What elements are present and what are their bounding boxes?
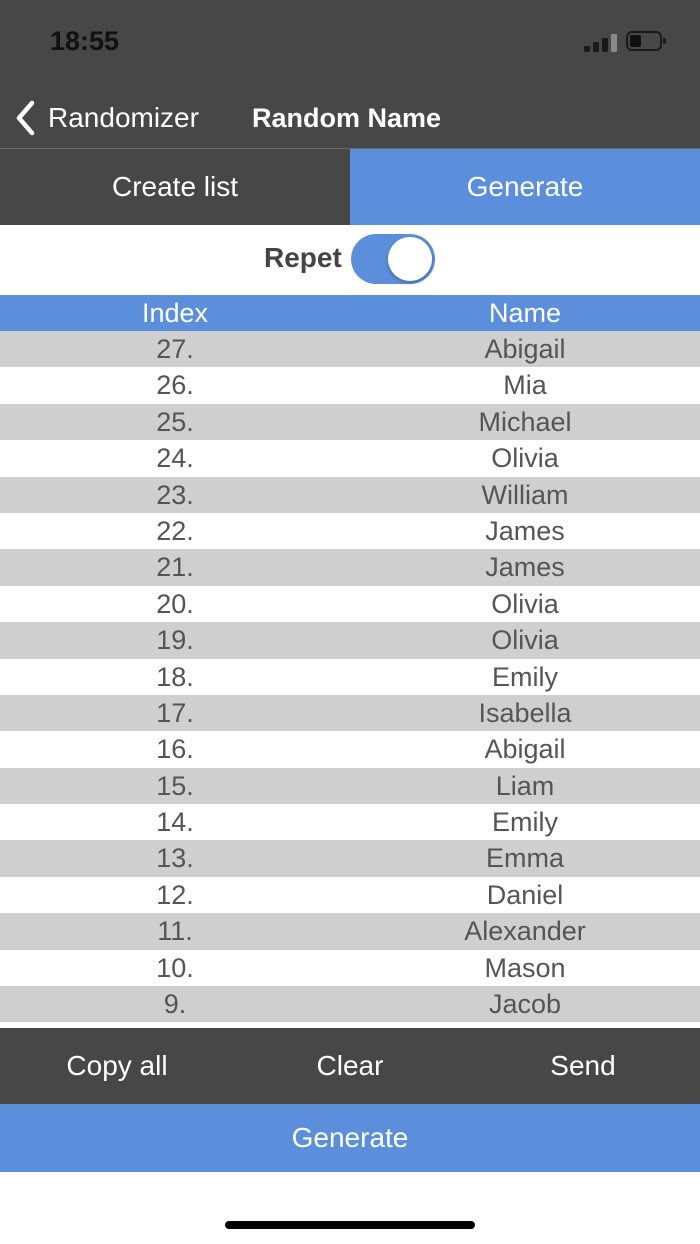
table-header: Index Name [0,295,700,331]
row-index: 15. [156,770,194,801]
row-index: 12. [156,879,194,910]
back-button[interactable]: Randomizer [14,96,199,140]
repeat-row: Repet [0,225,700,295]
table-row: 14. Emily [0,804,700,841]
row-index: 14. [156,807,194,838]
table-row: 24. Olivia [0,440,700,477]
results-table[interactable]: 27. Abigail 26. Mia 25. Michael 24. Olivia 23. Wi… [0,331,700,1028]
row-index: 19. [156,625,194,656]
row-index: 16. [156,734,194,765]
row-index: 24. [156,443,194,474]
table-row: 16. Abigail [0,731,700,768]
row-index: 10. [156,952,194,983]
row-index: 26. [156,370,194,401]
row-name: Olivia [491,588,559,619]
row-index: 18. [156,661,194,692]
send-button[interactable]: Send [493,1028,673,1104]
signal-bars-icon [584,34,618,52]
status-bar: 18:55 [0,0,700,88]
back-label: Randomizer [48,102,199,133]
clear-button[interactable]: Clear [260,1028,440,1104]
table-row: 20. Olivia [0,585,700,623]
chevron-left-icon [16,100,35,136]
toggle-knob [388,237,432,281]
table-row: 15. Liam [0,767,700,805]
table-row: 11. Alexander [0,913,700,950]
table-row: 27. Abigail [0,331,700,368]
table-row: 18. Emily [0,658,700,695]
row-name: Daniel [486,879,564,910]
row-name: Emily [492,807,558,838]
repeat-label: Repet [264,242,342,273]
table-row: 13. Emma [0,840,700,877]
table-row: 19. Olivia [0,622,700,659]
generate-button[interactable]: Generate [0,1104,700,1172]
row-index: 11. [157,916,193,947]
row-index: 22. [156,515,194,546]
table-row: 9. Jacob [0,986,700,1023]
tab-create-list[interactable]: Create list [0,149,350,225]
status-time: 18:55 [50,26,120,56]
home-indicator [225,1221,475,1229]
copy-all-button[interactable]: Copy all [27,1028,207,1104]
row-name: Emma [485,843,564,874]
table-row: 17. Isabella [0,694,700,732]
row-index: 21. [156,552,194,583]
row-name: Alexander [464,916,586,947]
row-name: James [485,552,565,583]
row-index: 25. [156,406,194,437]
table-row: 26. Mia [0,367,700,404]
table-row: 23. William [0,476,700,513]
row-name: Liam [495,770,555,801]
header-index: Index [141,298,209,328]
row-name: Jacob [488,989,562,1020]
table-row: 21. James [0,549,700,586]
tab-generate[interactable]: Generate [350,149,700,225]
row-name: William [481,479,569,510]
repeat-toggle[interactable] [351,234,435,284]
action-bar: Copy all Clear Send [0,1028,700,1104]
row-name: Mia [503,370,547,401]
row-index: 17. [156,697,194,728]
table-row: 12. Daniel [0,876,700,914]
row-name: Michael [478,406,572,437]
table-row: 10. Mason [0,949,700,987]
row-index: 27. [156,334,194,364]
row-name: James [485,515,565,546]
tab-bar: Create list Generate [0,148,700,225]
row-index: 9. [163,989,187,1020]
nav-bar: Randomizer Random Name [0,88,700,148]
row-name: Emily [492,661,558,692]
row-name: Isabella [478,697,572,728]
header-name: Name [488,298,562,328]
row-index: 20. [156,588,194,619]
row-name: Olivia [491,625,559,656]
row-index: 13. [156,843,194,874]
battery-icon [626,31,666,51]
row-name: Abigail [484,734,566,765]
table-row: 25. Michael [0,403,700,441]
row-name: Abigail [484,334,566,364]
row-index: 23. [156,479,194,510]
page-title: Random Name [252,103,442,133]
row-name: Mason [484,952,566,983]
table-row: 22. James [0,512,700,550]
row-name: Olivia [491,443,559,474]
